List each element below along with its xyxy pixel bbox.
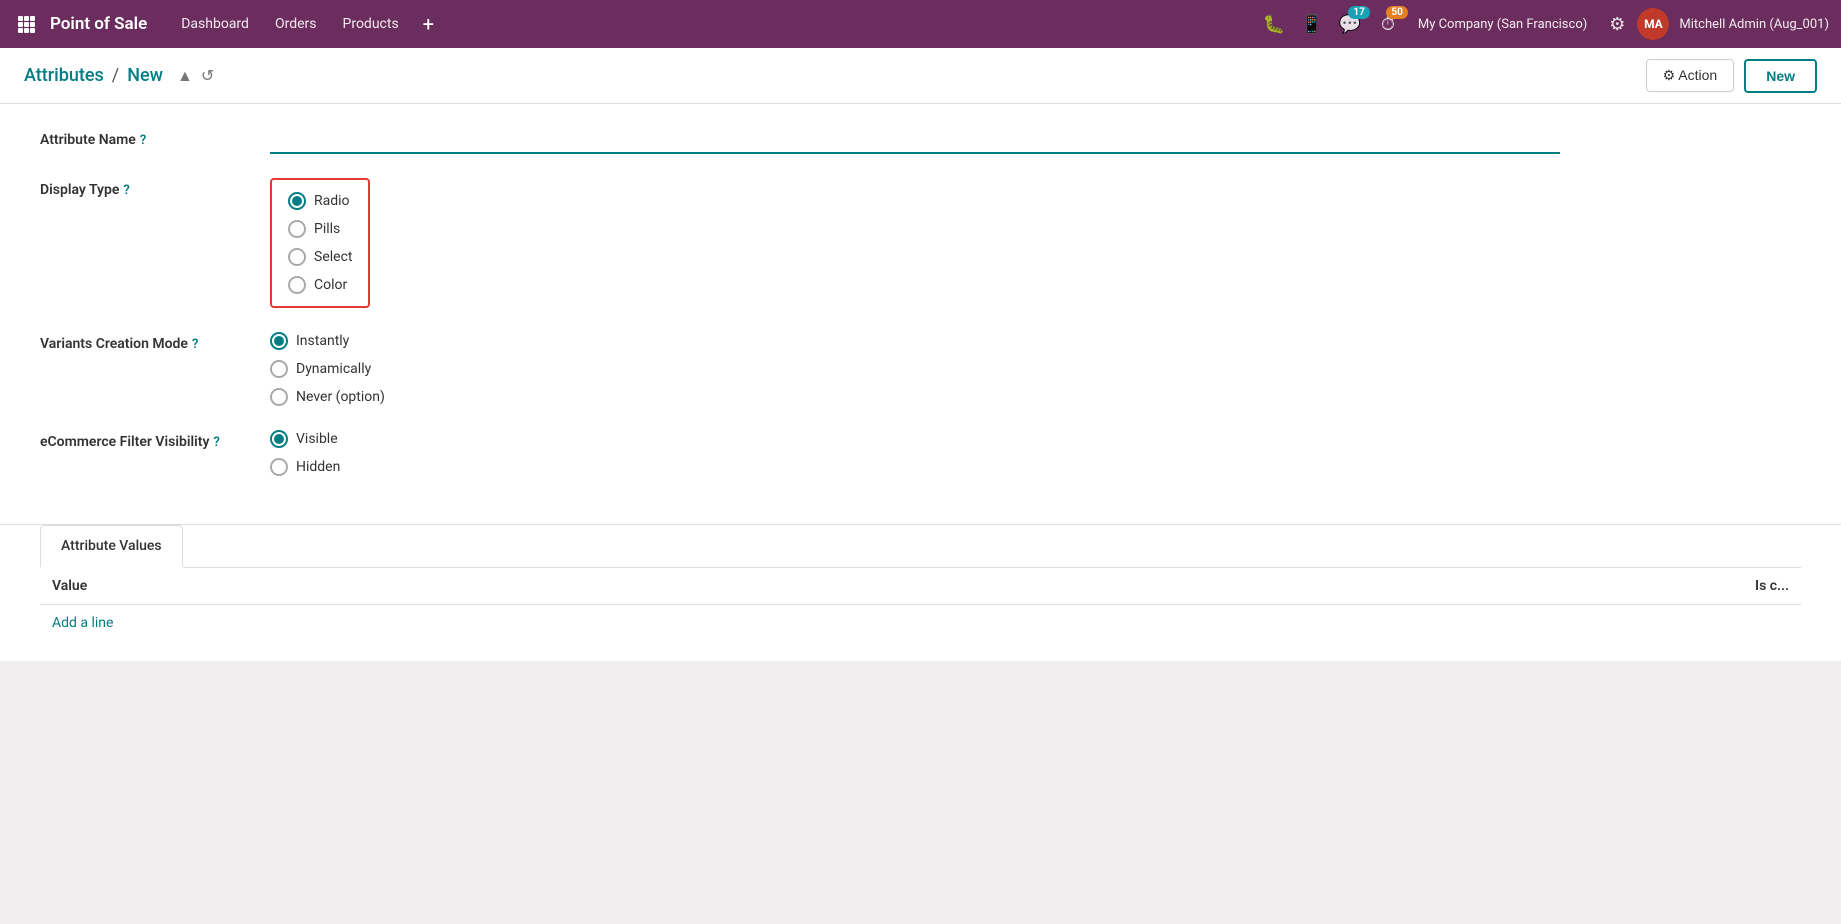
breadcrumb-current: New (127, 65, 163, 86)
add-a-line-button[interactable]: Add a line (40, 605, 125, 641)
radio-label-select: Select (314, 249, 352, 265)
radio-option-dynamically[interactable]: Dynamically (270, 360, 1560, 378)
radio-input-never[interactable] (270, 388, 288, 406)
chat-icon-button[interactable]: 💬 17 (1334, 8, 1366, 40)
table-col-value: Value (40, 568, 930, 605)
attribute-name-help-icon[interactable]: ? (140, 133, 146, 148)
breadcrumb: Attributes / New ▲ ↺ (24, 65, 214, 86)
radio-label-hidden: Hidden (296, 459, 340, 475)
settings-icon[interactable]: ⚙ (1601, 10, 1633, 39)
grid-menu-icon[interactable] (12, 10, 40, 38)
user-name[interactable]: Mitchell Admin (Aug_001) (1679, 17, 1829, 32)
clock-icon-button[interactable]: ⏱ 50 (1372, 8, 1404, 40)
form-area: Attribute Name ? Display Type ? Radio (0, 104, 1600, 524)
radio-input-instantly[interactable] (270, 332, 288, 350)
radio-option-visible[interactable]: Visible (270, 430, 1560, 448)
attribute-name-label: Attribute Name ? (40, 128, 270, 148)
display-type-row: Display Type ? Radio Pills (40, 178, 1560, 308)
attribute-values-table: Value Is c... (40, 567, 1801, 605)
breadcrumb-separator: / (112, 65, 119, 86)
radio-option-select[interactable]: Select (288, 248, 352, 266)
radio-label-color: Color (314, 277, 347, 293)
table-container: Value Is c... Add a line (0, 567, 1841, 661)
radio-label-visible: Visible (296, 431, 338, 447)
ecommerce-help-icon[interactable]: ? (213, 435, 219, 450)
chat-badge: 17 (1348, 6, 1369, 19)
breadcrumb-bar: Attributes / New ▲ ↺ ⚙ Action New (0, 48, 1841, 104)
radio-label-instantly: Instantly (296, 333, 349, 349)
radio-label-pills: Pills (314, 221, 340, 237)
radio-option-radio[interactable]: Radio (288, 192, 352, 210)
display-type-label: Display Type ? (40, 178, 270, 198)
undo-icon[interactable]: ↺ (201, 66, 214, 85)
radio-input-color[interactable] (288, 276, 306, 294)
radio-label-dynamically: Dynamically (296, 361, 371, 377)
breadcrumb-parent[interactable]: Attributes (24, 65, 104, 86)
phone-icon-button[interactable]: 📱 (1296, 8, 1328, 40)
attribute-name-input[interactable] (270, 128, 1560, 154)
radio-option-hidden[interactable]: Hidden (270, 458, 1560, 476)
breadcrumb-actions: ⚙ Action New (1646, 59, 1817, 93)
radio-option-color[interactable]: Color (288, 276, 352, 294)
attribute-name-field (270, 128, 1560, 154)
action-button[interactable]: ⚙ Action (1646, 59, 1735, 92)
menu-item-dashboard[interactable]: Dashboard (169, 10, 261, 38)
variants-creation-label: Variants Creation Mode ? (40, 332, 270, 352)
radio-option-never[interactable]: Never (option) (270, 388, 1560, 406)
radio-input-dynamically[interactable] (270, 360, 288, 378)
tabs: Attribute Values (40, 525, 1801, 567)
ecommerce-filter-label: eCommerce Filter Visibility ? (40, 430, 270, 450)
radio-input-radio[interactable] (288, 192, 306, 210)
top-navigation: Point of Sale Dashboard Orders Products … (0, 0, 1841, 48)
ecommerce-filter-row: eCommerce Filter Visibility ? Visible Hi… (40, 430, 1560, 476)
radio-label-never: Never (option) (296, 389, 385, 405)
menu-item-products[interactable]: Products (331, 10, 411, 38)
upload-icon[interactable]: ▲ (177, 66, 193, 86)
variants-creation-radio-group: Instantly Dynamically Never (option) (270, 332, 1560, 406)
table-col-isc: Is c... (930, 568, 1801, 605)
variants-help-icon[interactable]: ? (192, 337, 198, 352)
radio-label-radio: Radio (314, 193, 350, 209)
new-button[interactable]: New (1744, 59, 1817, 93)
company-name: My Company (San Francisco) (1418, 17, 1587, 32)
display-type-radio-group: Radio Pills Select Color (288, 192, 352, 294)
radio-option-pills[interactable]: Pills (288, 220, 352, 238)
app-brand: Point of Sale (50, 14, 147, 34)
clock-badge: 50 (1386, 6, 1407, 19)
display-type-field: Radio Pills Select Color (270, 178, 1560, 308)
radio-input-select[interactable] (288, 248, 306, 266)
display-type-help-icon[interactable]: ? (123, 183, 129, 198)
radio-input-visible[interactable] (270, 430, 288, 448)
tab-attribute-values[interactable]: Attribute Values (40, 525, 183, 568)
tabs-container: Attribute Values (0, 524, 1841, 567)
variants-creation-field: Instantly Dynamically Never (option) (270, 332, 1560, 406)
ecommerce-filter-field: Visible Hidden (270, 430, 1560, 476)
add-menu-button[interactable]: + (413, 8, 444, 40)
top-menu: Dashboard Orders Products + (169, 8, 444, 40)
display-type-box: Radio Pills Select Color (270, 178, 370, 308)
avatar[interactable]: MA (1637, 8, 1669, 40)
radio-input-pills[interactable] (288, 220, 306, 238)
attribute-name-row: Attribute Name ? (40, 128, 1560, 154)
variants-creation-row: Variants Creation Mode ? Instantly Dynam… (40, 332, 1560, 406)
main-content: Attribute Name ? Display Type ? Radio (0, 104, 1841, 661)
topnav-icons: 🐛 📱 💬 17 ⏱ 50 (1258, 8, 1404, 40)
bug-icon-button[interactable]: 🐛 (1258, 8, 1290, 40)
radio-input-hidden[interactable] (270, 458, 288, 476)
ecommerce-filter-radio-group: Visible Hidden (270, 430, 1560, 476)
menu-item-orders[interactable]: Orders (263, 10, 329, 38)
radio-option-instantly[interactable]: Instantly (270, 332, 1560, 350)
